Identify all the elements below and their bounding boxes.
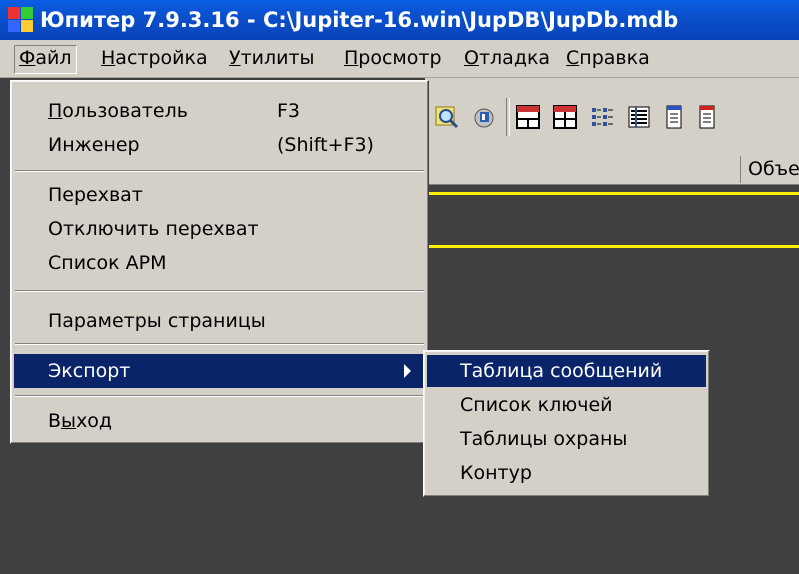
list-view-icon[interactable] [589, 104, 615, 130]
menu-settings[interactable]: Настройка [97, 45, 212, 72]
submenu-arrow-icon [404, 364, 411, 378]
menu-item-disable-capture[interactable]: Отключить перехват [14, 212, 425, 246]
menu-item-user[interactable]: Пользователь F3 [14, 94, 425, 128]
highlight-line-1 [425, 192, 799, 195]
menu-separator [15, 395, 424, 397]
layout-split-h-icon[interactable] [515, 104, 541, 130]
submenu-item-contour[interactable]: Контур [427, 457, 706, 489]
highlight-line-2 [425, 245, 799, 248]
details-view-icon[interactable] [626, 104, 652, 130]
menu-item-page-params[interactable]: Параметры страницы [14, 304, 425, 338]
device-icon[interactable] [471, 104, 497, 130]
menu-file[interactable]: Файл [14, 45, 77, 74]
menu-item-capture[interactable]: Перехват [14, 178, 425, 212]
menu-view[interactable]: Просмотр [340, 45, 446, 72]
menu-separator [15, 290, 424, 292]
title-bar[interactable]: Юпитер 7.9.3.16 - C:\Jupiter-16.win\JupD… [0, 0, 799, 40]
menu-help[interactable]: Справка [562, 45, 654, 72]
submenu-item-keys-list[interactable]: Список ключей [427, 389, 706, 421]
menu-utilities[interactable]: Утилиты [225, 45, 319, 72]
layout-grid-icon[interactable] [552, 104, 578, 130]
menu-item-export[interactable]: Экспорт [14, 354, 425, 388]
find-icon[interactable] [434, 104, 460, 130]
menu-bar: Файл Настройка Утилиты Просмотр Отладка … [0, 40, 799, 78]
menu-item-engineer[interactable]: Инженер (Shift+F3) [14, 128, 425, 162]
table-header: Объе [425, 156, 799, 185]
export-submenu: Таблица сообщений Список ключей Таблицы … [423, 350, 710, 497]
submenu-item-guard-tables[interactable]: Таблицы охраны [427, 423, 706, 455]
menu-item-exit[interactable]: Выход [14, 404, 425, 438]
window-title: Юпитер 7.9.3.16 - C:\Jupiter-16.win\JupD… [40, 8, 679, 32]
app-icon [8, 7, 34, 33]
submenu-item-messages-table[interactable]: Таблица сообщений [427, 355, 706, 387]
file-menu-dropdown: Пользователь F3 Инженер (Shift+F3) Перех… [10, 80, 429, 444]
toolbar [425, 78, 799, 156]
menu-debug[interactable]: Отладка [460, 45, 554, 72]
menu-item-arm-list[interactable]: Список АРМ [14, 246, 425, 280]
menu-separator [15, 170, 424, 172]
document-blue-icon[interactable] [661, 104, 687, 130]
column-header-object[interactable]: Объе [740, 156, 799, 183]
menu-separator [15, 343, 424, 345]
document-red-icon[interactable] [694, 104, 720, 130]
